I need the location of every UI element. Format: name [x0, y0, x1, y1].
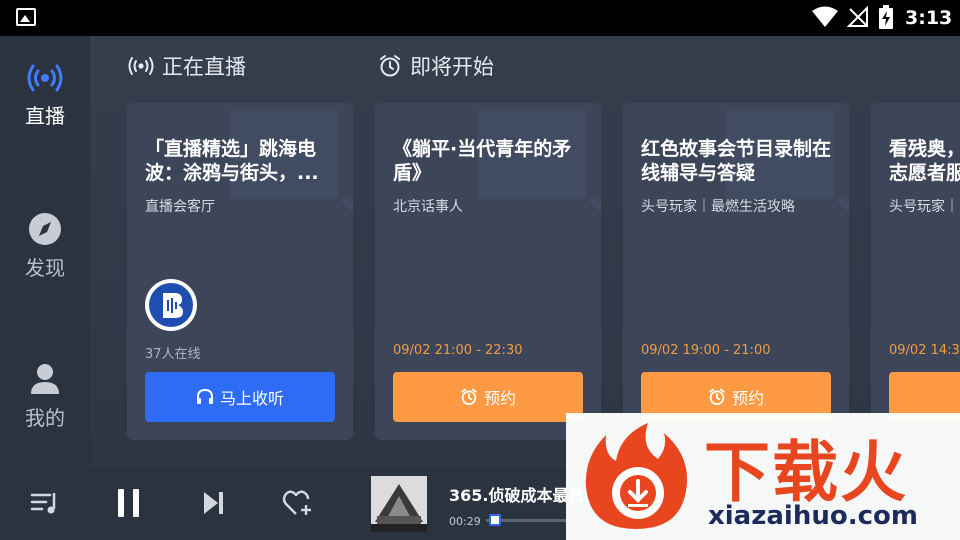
album-cover[interactable] [371, 476, 427, 532]
user-icon [31, 364, 59, 394]
alarm-clock-icon [461, 388, 477, 406]
compass-icon [29, 213, 61, 245]
elapsed-time: 00:29 [449, 515, 481, 528]
host-avatar[interactable] [145, 279, 197, 331]
upcoming-card[interactable]: 看残奥，志愿者服 头号玩家｜ 09/02 14:30 [871, 103, 960, 440]
upcoming-card[interactable]: 红色故事会节目录制在线辅导与答疑 头号玩家｜最燃生活攻略 09/02 19:00… [623, 103, 849, 440]
sidebar-item-live[interactable]: 直播 [0, 62, 90, 129]
status-time: 3:13 [905, 7, 953, 29]
wifi-icon [812, 6, 838, 27]
gallery-icon [16, 8, 36, 26]
favorite-add-icon[interactable] [282, 489, 314, 517]
card-title: 红色故事会节目录制在线辅导与答疑 [641, 138, 832, 184]
watermark-overlay: 下载火 xiazaihuo.com [566, 413, 960, 540]
button-label: 预约 [483, 389, 516, 408]
card-subtitle: 北京话事人 [393, 199, 463, 215]
schedule-time: 09/02 14:30 [889, 343, 960, 358]
section-title: 即将开始 [410, 55, 494, 79]
section-title: 正在直播 [162, 55, 246, 79]
sidebar-item-label: 直播 [25, 104, 65, 128]
sidebar: 直播 发现 我的 [0, 36, 90, 467]
skip-next-icon[interactable] [201, 489, 227, 517]
live-broadcast-icon [27, 64, 63, 92]
playlist-icon[interactable] [30, 489, 60, 517]
schedule-time: 09/02 21:00 - 22:30 [393, 343, 523, 358]
button-label: 马上收听 [219, 389, 284, 408]
battery-charging-icon [879, 5, 893, 29]
sidebar-item-label: 我的 [25, 406, 65, 430]
live-card[interactable]: 「直播精选」跳海电波：涂鸦与街头，... 直播会客厅 37人在线 马上收听 [127, 103, 353, 440]
card-subtitle: 头号玩家｜最燃生活攻略 [641, 199, 795, 215]
upcoming-card[interactable]: 《躺平·当代青年的矛盾》 北京话事人 09/02 21:00 - 22:30 预… [375, 103, 601, 440]
alarm-clock-icon [709, 388, 725, 406]
watermark-url: xiazaihuo.com [708, 501, 918, 531]
card-title: 看残奥，志愿者服 [889, 138, 960, 184]
progress-thumb[interactable] [488, 514, 501, 526]
pause-icon[interactable] [116, 487, 142, 519]
headphones-icon [196, 388, 213, 404]
sidebar-item-discover[interactable]: 发现 [0, 212, 90, 281]
status-bar: 3:13 [0, 0, 960, 36]
broadcast-icon [128, 57, 154, 75]
card-subtitle: 头号玩家｜ [889, 199, 959, 215]
flame-logo-icon [585, 423, 688, 529]
schedule-time: 09/02 19:00 - 21:00 [641, 343, 771, 358]
sidebar-item-label: 发现 [25, 256, 65, 280]
card-subtitle: 直播会客厅 [145, 199, 215, 215]
online-count: 37人在线 [145, 347, 201, 362]
reserve-button[interactable]: 预约 [393, 372, 583, 422]
section-upcoming-header: 即将开始 [378, 52, 494, 80]
card-title: 《躺平·当代青年的矛盾》 [393, 138, 572, 184]
main-content: 正在直播 即将开始 「直播精选」跳海电波：涂鸦与街头，... 直播会客厅 37人… [90, 36, 960, 467]
album-art-icon [371, 476, 427, 532]
listen-now-button[interactable]: 马上收听 [145, 372, 335, 422]
sidebar-item-mine[interactable]: 我的 [0, 362, 90, 431]
section-live-header: 正在直播 [128, 52, 246, 80]
button-label: 预约 [731, 389, 764, 408]
no-signal-icon [847, 6, 868, 27]
card-title: 「直播精选」跳海电波：涂鸦与街头，... [145, 138, 319, 184]
alarm-clock-icon [380, 55, 400, 77]
host-logo-icon [163, 293, 183, 318]
